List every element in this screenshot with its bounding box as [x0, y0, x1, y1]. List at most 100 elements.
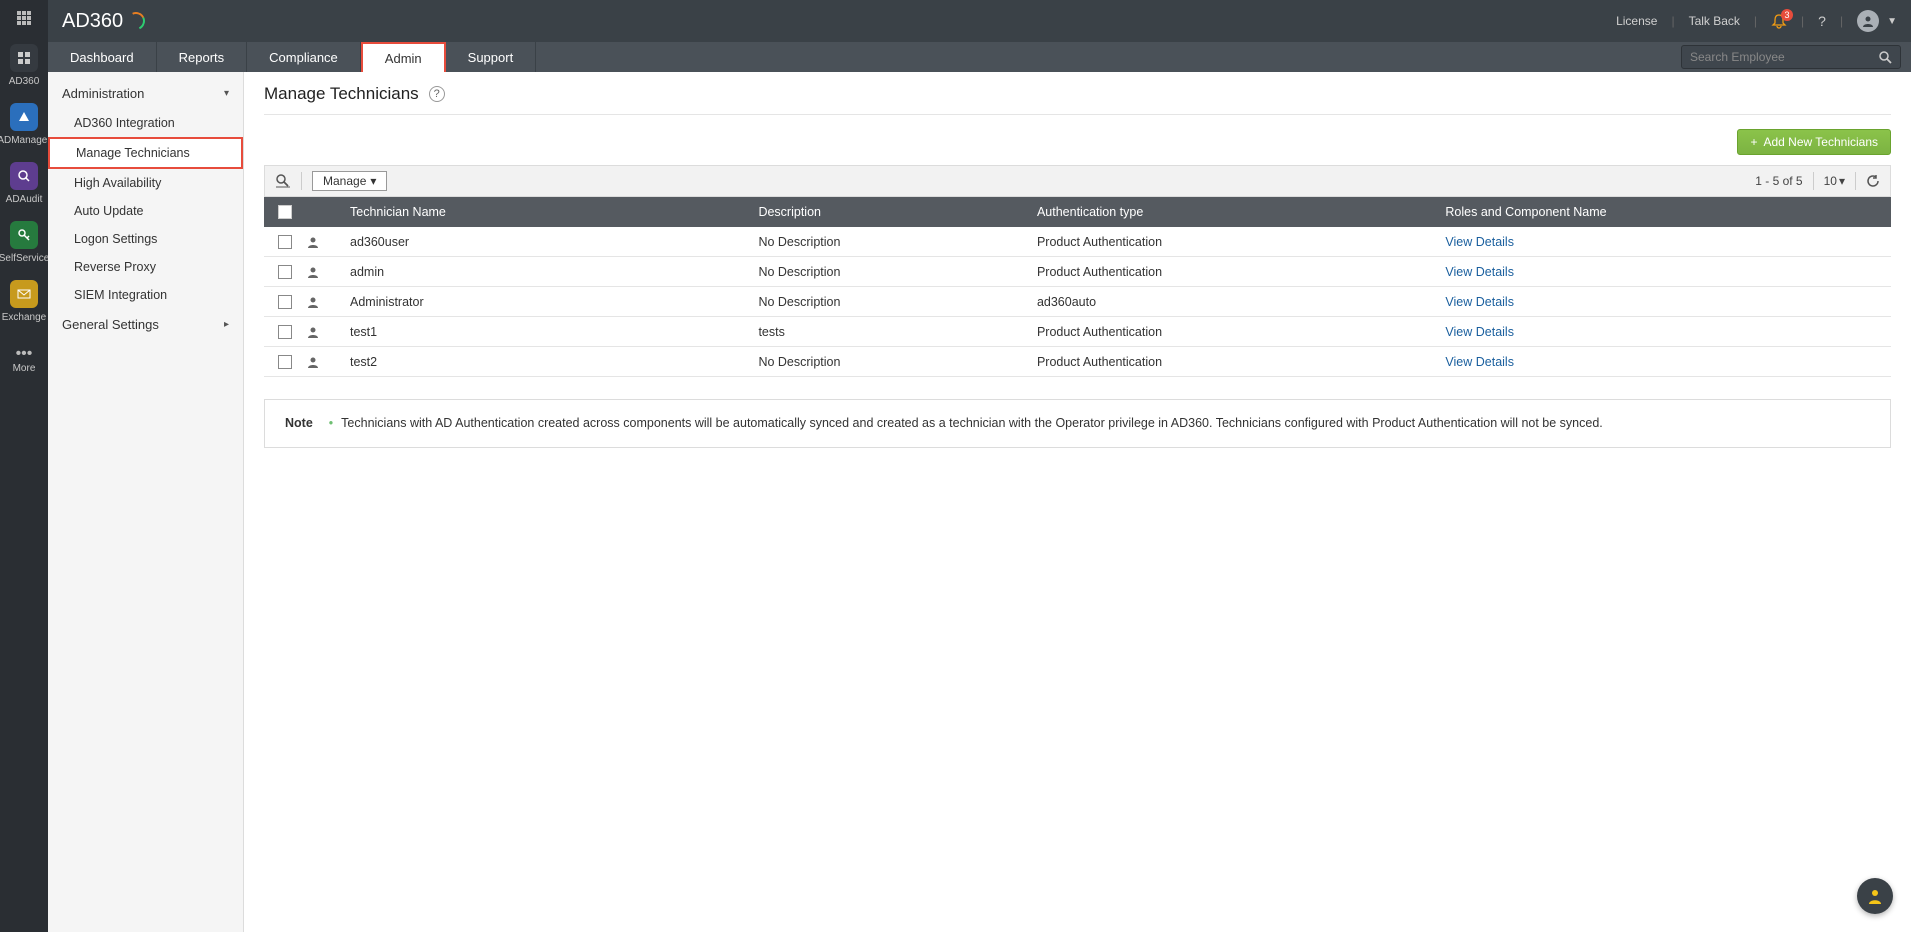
tabbar: Dashboard Reports Compliance Admin Suppo… [48, 42, 1911, 72]
page-size-dropdown[interactable]: 10 ▾ [1824, 174, 1845, 188]
select-all-checkbox[interactable] [278, 205, 292, 219]
page-size-value: 10 [1824, 174, 1837, 188]
sidebar-item-reverse-proxy[interactable]: Reverse Proxy [48, 253, 243, 281]
row-checkbox[interactable] [278, 325, 292, 339]
manage-label: Manage [323, 174, 366, 188]
sidebar-item-integration[interactable]: AD360 Integration [48, 109, 243, 137]
sidebar-section-general[interactable]: General Settings ▸ [48, 309, 243, 340]
cell-name: admin [346, 265, 758, 279]
cell-desc: tests [758, 325, 1037, 339]
sidebar-item-manage-technicians[interactable]: Manage Technicians [48, 137, 243, 169]
table-row[interactable]: ad360user No Description Product Authent… [264, 227, 1891, 257]
refresh-icon[interactable] [1866, 174, 1880, 188]
row-checkbox[interactable] [278, 235, 292, 249]
cell-auth: ad360auto [1037, 295, 1445, 309]
rail-label: AD360 [9, 76, 40, 87]
view-details-link[interactable]: View Details [1445, 235, 1514, 249]
search-input[interactable] [1690, 50, 1872, 64]
brand-logo[interactable]: AD360 [62, 10, 145, 33]
tab-reports[interactable]: Reports [157, 42, 248, 72]
plus-icon: + [1750, 135, 1757, 149]
floating-help-button[interactable] [1857, 878, 1893, 914]
sidebar-item-high-availability[interactable]: High Availability [48, 169, 243, 197]
cell-desc: No Description [758, 235, 1037, 249]
col-description[interactable]: Description [758, 205, 1037, 219]
triangle-icon [10, 103, 38, 131]
cell-name: test2 [346, 355, 758, 369]
rail-label: More [13, 363, 36, 374]
rail-label: Exchange [2, 312, 46, 323]
col-roles[interactable]: Roles and Component Name [1445, 205, 1891, 219]
grid-icon [10, 44, 38, 72]
table-row[interactable]: Administrator No Description ad360auto V… [264, 287, 1891, 317]
search-box[interactable] [1681, 45, 1901, 69]
section-label: Administration [62, 86, 144, 101]
grid-toolbar: Manage ▾ 1 - 5 of 5 10 ▾ [264, 165, 1891, 197]
row-checkbox[interactable] [278, 355, 292, 369]
sidebar-item-siem-integration[interactable]: SIEM Integration [48, 281, 243, 309]
view-details-link[interactable]: View Details [1445, 295, 1514, 309]
license-link[interactable]: License [1616, 14, 1657, 28]
col-auth-type[interactable]: Authentication type [1037, 205, 1445, 219]
table-row[interactable]: test1 tests Product Authentication View … [264, 317, 1891, 347]
user-menu-icon[interactable] [1857, 10, 1879, 32]
section-label: General Settings [62, 317, 159, 332]
chevron-right-icon: ▸ [224, 319, 229, 330]
cell-name: test1 [346, 325, 758, 339]
page-content: Manage Technicians ? + Add New Technicia… [244, 72, 1911, 932]
help-icon[interactable]: ? [1818, 13, 1826, 29]
note-box: Note •Technicians with AD Authentication… [264, 399, 1891, 448]
talkback-link[interactable]: Talk Back [1689, 14, 1740, 28]
cell-desc: No Description [758, 295, 1037, 309]
user-icon [306, 265, 346, 279]
col-technician-name[interactable]: Technician Name [346, 205, 758, 219]
sidebar-item-logon-settings[interactable]: Logon Settings [48, 225, 243, 253]
add-new-technicians-button[interactable]: + Add New Technicians [1737, 129, 1891, 155]
rail-exchange[interactable]: Exchange [2, 280, 46, 323]
table-row[interactable]: admin No Description Product Authenticat… [264, 257, 1891, 287]
rail-adaudit[interactable]: ADAudit [6, 162, 43, 205]
column-search-icon[interactable] [275, 173, 291, 189]
rail-ad360[interactable]: AD360 [9, 44, 40, 87]
sidebar-section-administration[interactable]: Administration ▾ [48, 78, 243, 109]
cell-desc: No Description [758, 355, 1037, 369]
view-details-link[interactable]: View Details [1445, 355, 1514, 369]
magnifier-icon [10, 162, 38, 190]
user-dropdown-caret-icon[interactable]: ▼ [1887, 16, 1897, 27]
apps-grid-icon[interactable] [16, 10, 32, 26]
chevron-down-icon: ▾ [224, 88, 229, 99]
rail-label: ADManager [0, 135, 51, 146]
rail-selfservice[interactable]: SelfService [0, 221, 49, 264]
row-checkbox[interactable] [278, 295, 292, 309]
cell-auth: Product Authentication [1037, 265, 1445, 279]
search-icon[interactable] [1878, 50, 1892, 64]
view-details-link[interactable]: View Details [1445, 325, 1514, 339]
dots-icon: ••• [16, 345, 33, 363]
table-row[interactable]: test2 No Description Product Authenticat… [264, 347, 1891, 377]
cell-auth: Product Authentication [1037, 235, 1445, 249]
tab-admin[interactable]: Admin [361, 42, 446, 72]
separator [1813, 172, 1814, 190]
row-checkbox[interactable] [278, 265, 292, 279]
cell-auth: Product Authentication [1037, 355, 1445, 369]
chevron-down-icon: ▾ [370, 174, 376, 188]
cell-desc: No Description [758, 265, 1037, 279]
note-label: Note [285, 414, 313, 433]
separator: | [1840, 14, 1843, 28]
cell-name: ad360user [346, 235, 758, 249]
tab-compliance[interactable]: Compliance [247, 42, 361, 72]
rail-more[interactable]: ••• More [13, 345, 36, 374]
page-help-icon[interactable]: ? [429, 86, 445, 102]
view-details-link[interactable]: View Details [1445, 265, 1514, 279]
cell-name: Administrator [346, 295, 758, 309]
tab-dashboard[interactable]: Dashboard [48, 42, 157, 72]
user-icon [306, 325, 346, 339]
manage-dropdown-button[interactable]: Manage ▾ [312, 171, 387, 191]
notifications-icon[interactable]: 3 [1771, 13, 1787, 29]
pagination-range: 1 - 5 of 5 [1755, 174, 1802, 188]
tab-support[interactable]: Support [446, 42, 537, 72]
sidebar-item-auto-update[interactable]: Auto Update [48, 197, 243, 225]
rail-admanager[interactable]: ADManager [0, 103, 51, 146]
bullet-icon: • [329, 416, 333, 430]
notif-count: 3 [1781, 9, 1793, 21]
